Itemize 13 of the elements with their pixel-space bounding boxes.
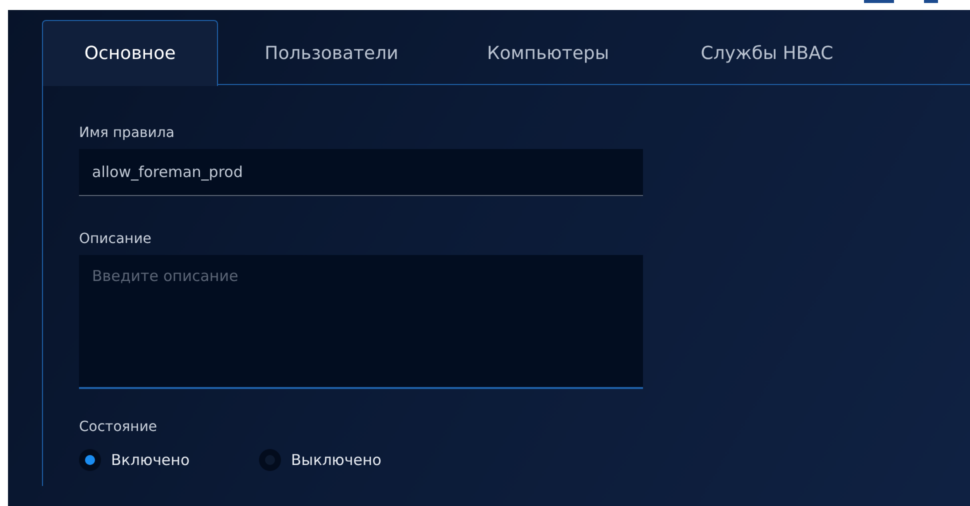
tab[interactable]: Пользователи xyxy=(218,20,445,85)
field-label: Имя правила xyxy=(79,124,176,143)
radio-option[interactable]: Выключено xyxy=(259,449,439,471)
radio-icon[interactable] xyxy=(259,449,281,471)
field-label: Состояние xyxy=(79,418,158,437)
radio-icon[interactable] xyxy=(79,449,101,471)
radio-option[interactable]: Включено xyxy=(79,449,259,471)
cropped-icon[interactable] xyxy=(864,0,940,3)
tab[interactable]: Службы HBAC xyxy=(651,20,883,85)
input-field[interactable]: allow_foreman_prod xyxy=(79,149,643,196)
field-label: Описание xyxy=(79,230,152,249)
tab[interactable]: Компьютеры xyxy=(445,20,651,85)
tab[interactable]: Основное xyxy=(42,20,218,86)
